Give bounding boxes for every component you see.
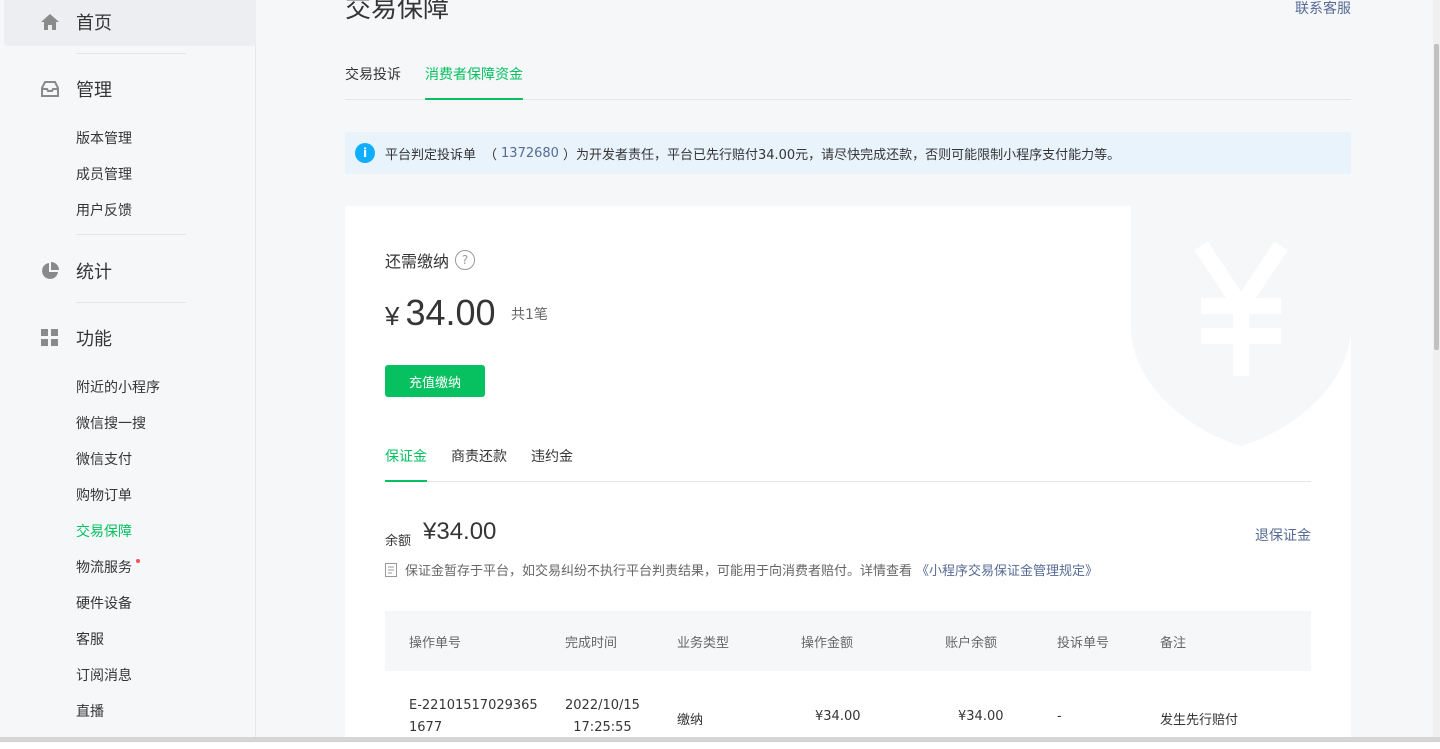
currency-symbol: ¥ bbox=[385, 301, 400, 331]
subtab-deposit[interactable]: 保证金 bbox=[385, 446, 427, 482]
sidebar-item-stats[interactable]: 统计 bbox=[40, 258, 112, 284]
divider bbox=[76, 53, 186, 54]
recharge-pay-button[interactable]: 充值缴纳 bbox=[385, 365, 485, 397]
column-header: 业务类型 bbox=[677, 635, 730, 651]
order-id-line2: 1677 bbox=[409, 720, 443, 735]
rules-link[interactable]: 《小程序交易保证金管理规定》 bbox=[916, 560, 1098, 579]
balance-amount: ¥34.00 bbox=[423, 518, 497, 545]
sidebar-item-orders[interactable]: 购物订单 bbox=[76, 485, 132, 505]
notice-paren-open: （ bbox=[484, 147, 498, 163]
column-header: 操作单号 bbox=[409, 635, 462, 651]
sidebar-item-label: 管理 bbox=[76, 80, 112, 101]
sidebar-item-service[interactable]: 客服 bbox=[76, 629, 104, 649]
home-icon bbox=[40, 12, 60, 32]
scrollbar-thumb[interactable] bbox=[1434, 44, 1439, 350]
transactions-table: 操作单号 完成时间 业务类型 操作金额 账户余额 投诉单号 备注 E-22101… bbox=[385, 611, 1311, 737]
cell-type: 缴纳 bbox=[677, 713, 704, 728]
deposit-description: 保证金暂存于平台，如交易纠纷不执行平台判责结果，可能用于向消费者赔付。详情查看 … bbox=[385, 560, 1098, 579]
cell-time: 2022/10/15 17:25:55 bbox=[565, 695, 640, 737]
notice-paren-close: ） bbox=[562, 147, 576, 163]
cell-order-id: E-22101517029365 1677 bbox=[409, 695, 538, 737]
help-icon[interactable]: ? bbox=[455, 250, 476, 270]
subtab-penalty[interactable]: 违约金 bbox=[531, 446, 573, 482]
cell-remark: 发生先行赔付 bbox=[1160, 713, 1239, 728]
time-text: 17:25:55 bbox=[573, 720, 632, 735]
sidebar-item-logistics[interactable]: 物流服务 bbox=[76, 557, 140, 577]
due-count: 共1笔 bbox=[511, 307, 548, 323]
refund-deposit-link[interactable]: 退保证金 bbox=[1255, 525, 1311, 545]
subtab-repayment[interactable]: 商责还款 bbox=[451, 446, 507, 482]
divider bbox=[76, 234, 186, 235]
description-text: 保证金暂存于平台，如交易纠纷不执行平台判责结果，可能用于向消费者赔付。详情查看 bbox=[405, 564, 913, 579]
sidebar-item-members[interactable]: 成员管理 bbox=[76, 164, 132, 184]
notice-prefix: 平台判定投诉单 bbox=[385, 147, 477, 163]
column-header: 账户余额 bbox=[945, 635, 998, 651]
page-title: 交易保障 bbox=[345, 0, 450, 24]
column-header: 投诉单号 bbox=[1057, 635, 1110, 651]
sidebar: 首页 管理 版本管理 成员管理 用户反馈 统计 功能 附近的小程序 微信搜一搜 … bbox=[0, 0, 256, 737]
info-icon: i bbox=[355, 143, 375, 163]
tab-bar: 交易投诉 消费者保障资金 bbox=[345, 60, 1351, 100]
shield-yen-icon bbox=[1131, 206, 1351, 446]
fund-card: 还需缴纳 ? ¥34.00 共1笔 充值缴纳 保证金 商责还款 违约金 余额 ¥… bbox=[345, 206, 1351, 737]
pie-chart-icon bbox=[40, 261, 60, 281]
balance-label: 余额 bbox=[385, 534, 412, 549]
sidebar-item-label: 统计 bbox=[76, 262, 112, 283]
divider bbox=[76, 302, 186, 303]
sidebar-item-label: 物流服务 bbox=[76, 560, 132, 576]
sidebar-item-search[interactable]: 微信搜一搜 bbox=[76, 413, 146, 433]
sidebar-item-trade-guarantee[interactable]: 交易保障 bbox=[76, 521, 132, 541]
notice-banner: i 平台判定投诉单 （ 1372680 ） 为开发者责任，平台已先行赔付34.0… bbox=[345, 132, 1351, 174]
subtab-bar: 保证金 商责还款 违约金 bbox=[385, 434, 1311, 482]
sidebar-item-nearby[interactable]: 附近的小程序 bbox=[76, 377, 160, 397]
inbox-icon bbox=[40, 79, 60, 99]
sidebar-item-hardware[interactable]: 硬件设备 bbox=[76, 593, 132, 613]
notice-suffix: 为开发者责任，平台已先行赔付34.00元，请尽快完成还款，否则可能限制小程序支付… bbox=[575, 147, 1121, 163]
due-value: 34.00 bbox=[405, 292, 496, 333]
tab-complaints[interactable]: 交易投诉 bbox=[345, 64, 401, 100]
sidebar-item-home[interactable]: 首页 bbox=[40, 9, 112, 35]
due-label: 还需缴纳 ? bbox=[385, 248, 476, 272]
due-amount: ¥34.00 bbox=[385, 292, 496, 334]
vertical-scrollbar[interactable] bbox=[1433, 0, 1440, 737]
sidebar-item-live[interactable]: 直播 bbox=[76, 701, 104, 721]
column-header: 完成时间 bbox=[565, 635, 618, 651]
main-content: 交易保障 联系客服 交易投诉 消费者保障资金 i 平台判定投诉单 （ 13726… bbox=[257, 0, 1433, 737]
document-icon bbox=[385, 562, 397, 577]
cell-amount: ¥34.00 bbox=[815, 709, 861, 724]
due-label-text: 还需缴纳 bbox=[385, 252, 450, 271]
sidebar-item-manage[interactable]: 管理 bbox=[40, 76, 112, 102]
table-row: E-22101517029365 1677 2022/10/15 17:25:5… bbox=[385, 671, 1311, 737]
cell-complaint: - bbox=[1057, 709, 1062, 724]
tab-consumer-fund[interactable]: 消费者保障资金 bbox=[425, 64, 523, 100]
cell-balance: ¥34.00 bbox=[958, 709, 1004, 724]
sidebar-item-pay[interactable]: 微信支付 bbox=[76, 449, 132, 469]
sidebar-item-version[interactable]: 版本管理 bbox=[76, 128, 132, 148]
sidebar-item-label: 功能 bbox=[76, 329, 112, 350]
status-bar bbox=[0, 741, 1440, 749]
complaint-id-link[interactable]: 1372680 bbox=[501, 146, 559, 161]
sidebar-item-feedback[interactable]: 用户反馈 bbox=[76, 200, 132, 220]
contact-support-link[interactable]: 联系客服 bbox=[1295, 0, 1351, 18]
sidebar-item-label: 首页 bbox=[76, 13, 112, 34]
new-dot-icon bbox=[136, 559, 140, 563]
column-header: 操作金额 bbox=[801, 635, 854, 651]
column-header: 备注 bbox=[1160, 635, 1187, 651]
date-text: 2022/10/15 bbox=[565, 698, 640, 713]
sidebar-item-subscribe[interactable]: 订阅消息 bbox=[76, 665, 132, 685]
order-id-line1: E-22101517029365 bbox=[409, 698, 538, 713]
table-header: 操作单号 完成时间 业务类型 操作金额 账户余额 投诉单号 备注 bbox=[385, 611, 1311, 671]
sidebar-item-features[interactable]: 功能 bbox=[40, 325, 112, 351]
grid-icon bbox=[40, 328, 60, 348]
